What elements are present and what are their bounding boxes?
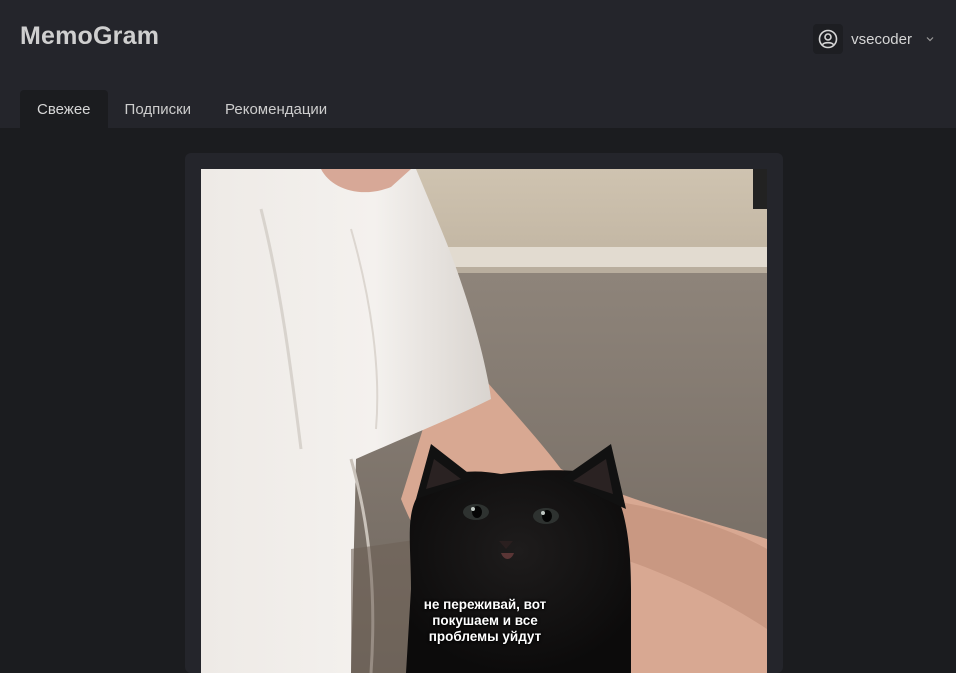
feed-tabs: Свежее Подписки Рекомендации — [20, 90, 344, 128]
tab-subscriptions[interactable]: Подписки — [108, 90, 209, 128]
tab-recommendations[interactable]: Рекомендации — [208, 90, 344, 128]
user-circle-icon — [813, 24, 844, 54]
app-logo[interactable]: MemoGram — [20, 22, 159, 51]
meme-caption: не переживай, вот покушаем и все проблем… — [415, 597, 555, 645]
caption-line: проблемы уйдут — [428, 629, 542, 644]
app-header: MemoGram vsecoder Свежее Подписки Рекоме… — [0, 0, 956, 128]
username: vsecoder — [851, 30, 912, 48]
caption-line: не переживай, вот — [423, 597, 547, 612]
tab-fresh[interactable]: Свежее — [20, 90, 108, 128]
chevron-down-icon — [926, 37, 934, 42]
user-menu[interactable]: vsecoder — [813, 24, 936, 54]
caption-line: покушаем и все — [432, 613, 538, 628]
meme-image[interactable]: не переживай, вот покушаем и все проблем… — [201, 169, 767, 673]
post-card: не переживай, вот покушаем и все проблем… — [185, 153, 783, 673]
